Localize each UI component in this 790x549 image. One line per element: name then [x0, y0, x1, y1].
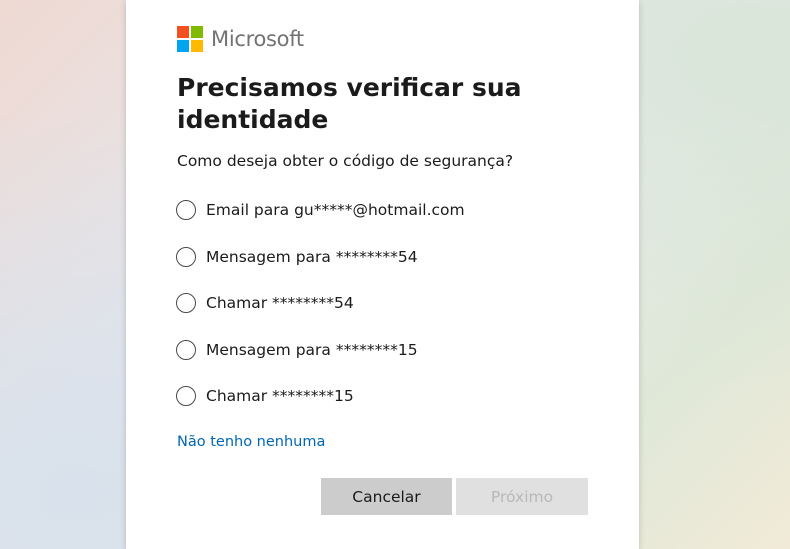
option-call-54[interactable]: Chamar ********54 — [176, 291, 596, 315]
none-of-these-link[interactable]: Não tenho nenhuma — [177, 434, 325, 450]
option-sms-15[interactable]: Mensagem para ********15 — [176, 338, 596, 362]
radio-button[interactable] — [176, 246, 196, 267]
option-label: Mensagem para ********54 — [206, 247, 418, 266]
logo-square-green — [191, 26, 203, 38]
radio-button[interactable] — [176, 293, 196, 313]
radio-button[interactable] — [176, 200, 196, 220]
option-label: Chamar ********54 — [206, 294, 354, 312]
cancel-button[interactable]: Cancelar — [321, 478, 452, 515]
logo-square-red — [177, 26, 189, 38]
brand-name: Microsoft — [211, 27, 304, 51]
option-label: Mensagem para ********15 — [206, 340, 418, 359]
radio-button[interactable] — [176, 386, 196, 406]
option-email[interactable]: Email para gu*****@hotmail.com — [176, 198, 596, 222]
page-title: Precisamos verificar sua identidade — [177, 73, 522, 134]
option-label: Email para gu*****@hotmail.com — [206, 201, 465, 219]
verification-card: Microsoft Precisamos verificar sua ident… — [126, 0, 639, 549]
microsoft-brand: Microsoft — [177, 26, 304, 52]
radio-button[interactable] — [176, 339, 196, 360]
logo-square-yellow — [191, 40, 203, 52]
logo-square-blue — [177, 40, 189, 52]
verification-options: Email para gu*****@hotmail.com Mensagem … — [176, 198, 596, 431]
option-sms-54[interactable]: Mensagem para ********54 — [176, 245, 596, 269]
option-label: Chamar ********15 — [206, 387, 354, 405]
next-button[interactable]: Próximo — [456, 478, 588, 515]
page-subtitle: Como deseja obter o código de segurança? — [177, 152, 514, 170]
option-call-15[interactable]: Chamar ********15 — [176, 384, 596, 408]
microsoft-logo-icon — [177, 26, 203, 52]
